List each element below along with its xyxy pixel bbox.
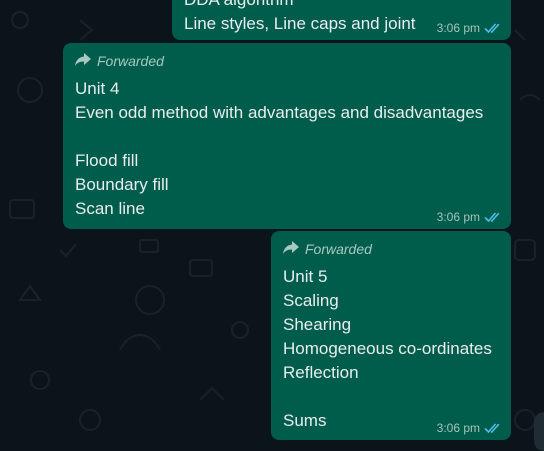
forwarded-indicator: Forwarded — [75, 51, 499, 71]
double-check-icon — [484, 22, 502, 34]
message-line: Even odd method with advantages and disa… — [75, 103, 484, 122]
message-time: 3:06 pm — [436, 210, 480, 224]
message-bubble-2[interactable]: Forwarded Unit 4 Even odd method with ad… — [63, 43, 511, 229]
double-check-icon — [484, 211, 502, 223]
message-line: Unit 5 — [283, 267, 328, 286]
forwarded-indicator: Forwarded — [283, 239, 499, 259]
message-meta: 3:06 pm — [437, 210, 502, 224]
message-line: Shearing — [283, 315, 352, 334]
message-bubble-1[interactable]: DDA algorithm Line styles, Line caps and… — [172, 0, 511, 40]
double-check-icon — [484, 422, 502, 434]
message-line: Scan line — [75, 199, 145, 218]
message-meta: 3:06 pm — [437, 21, 502, 35]
message-line: Scaling — [283, 291, 339, 310]
message-line: Homogeneous co-ordinates — [283, 339, 492, 358]
message-time: 3:06 pm — [436, 21, 480, 35]
message-meta: 3:06 pm — [437, 421, 502, 435]
message-time: 3:06 pm — [436, 421, 480, 435]
message-line: Reflection — [283, 363, 359, 382]
forwarded-label: Forwarded — [305, 241, 372, 257]
message-line: DDA algorithm — [184, 0, 499, 12]
message-line: Unit 4 — [75, 79, 120, 98]
scroll-down-button[interactable] — [534, 412, 544, 451]
forward-arrow-icon — [75, 53, 91, 69]
message-line: Boundary fill — [75, 175, 169, 194]
message-line: Flood fill — [75, 151, 139, 170]
forward-arrow-icon — [283, 241, 299, 257]
message-bubble-3[interactable]: Forwarded Unit 5 Scaling Shearing Homoge… — [271, 231, 511, 440]
forwarded-label: Forwarded — [97, 53, 164, 69]
